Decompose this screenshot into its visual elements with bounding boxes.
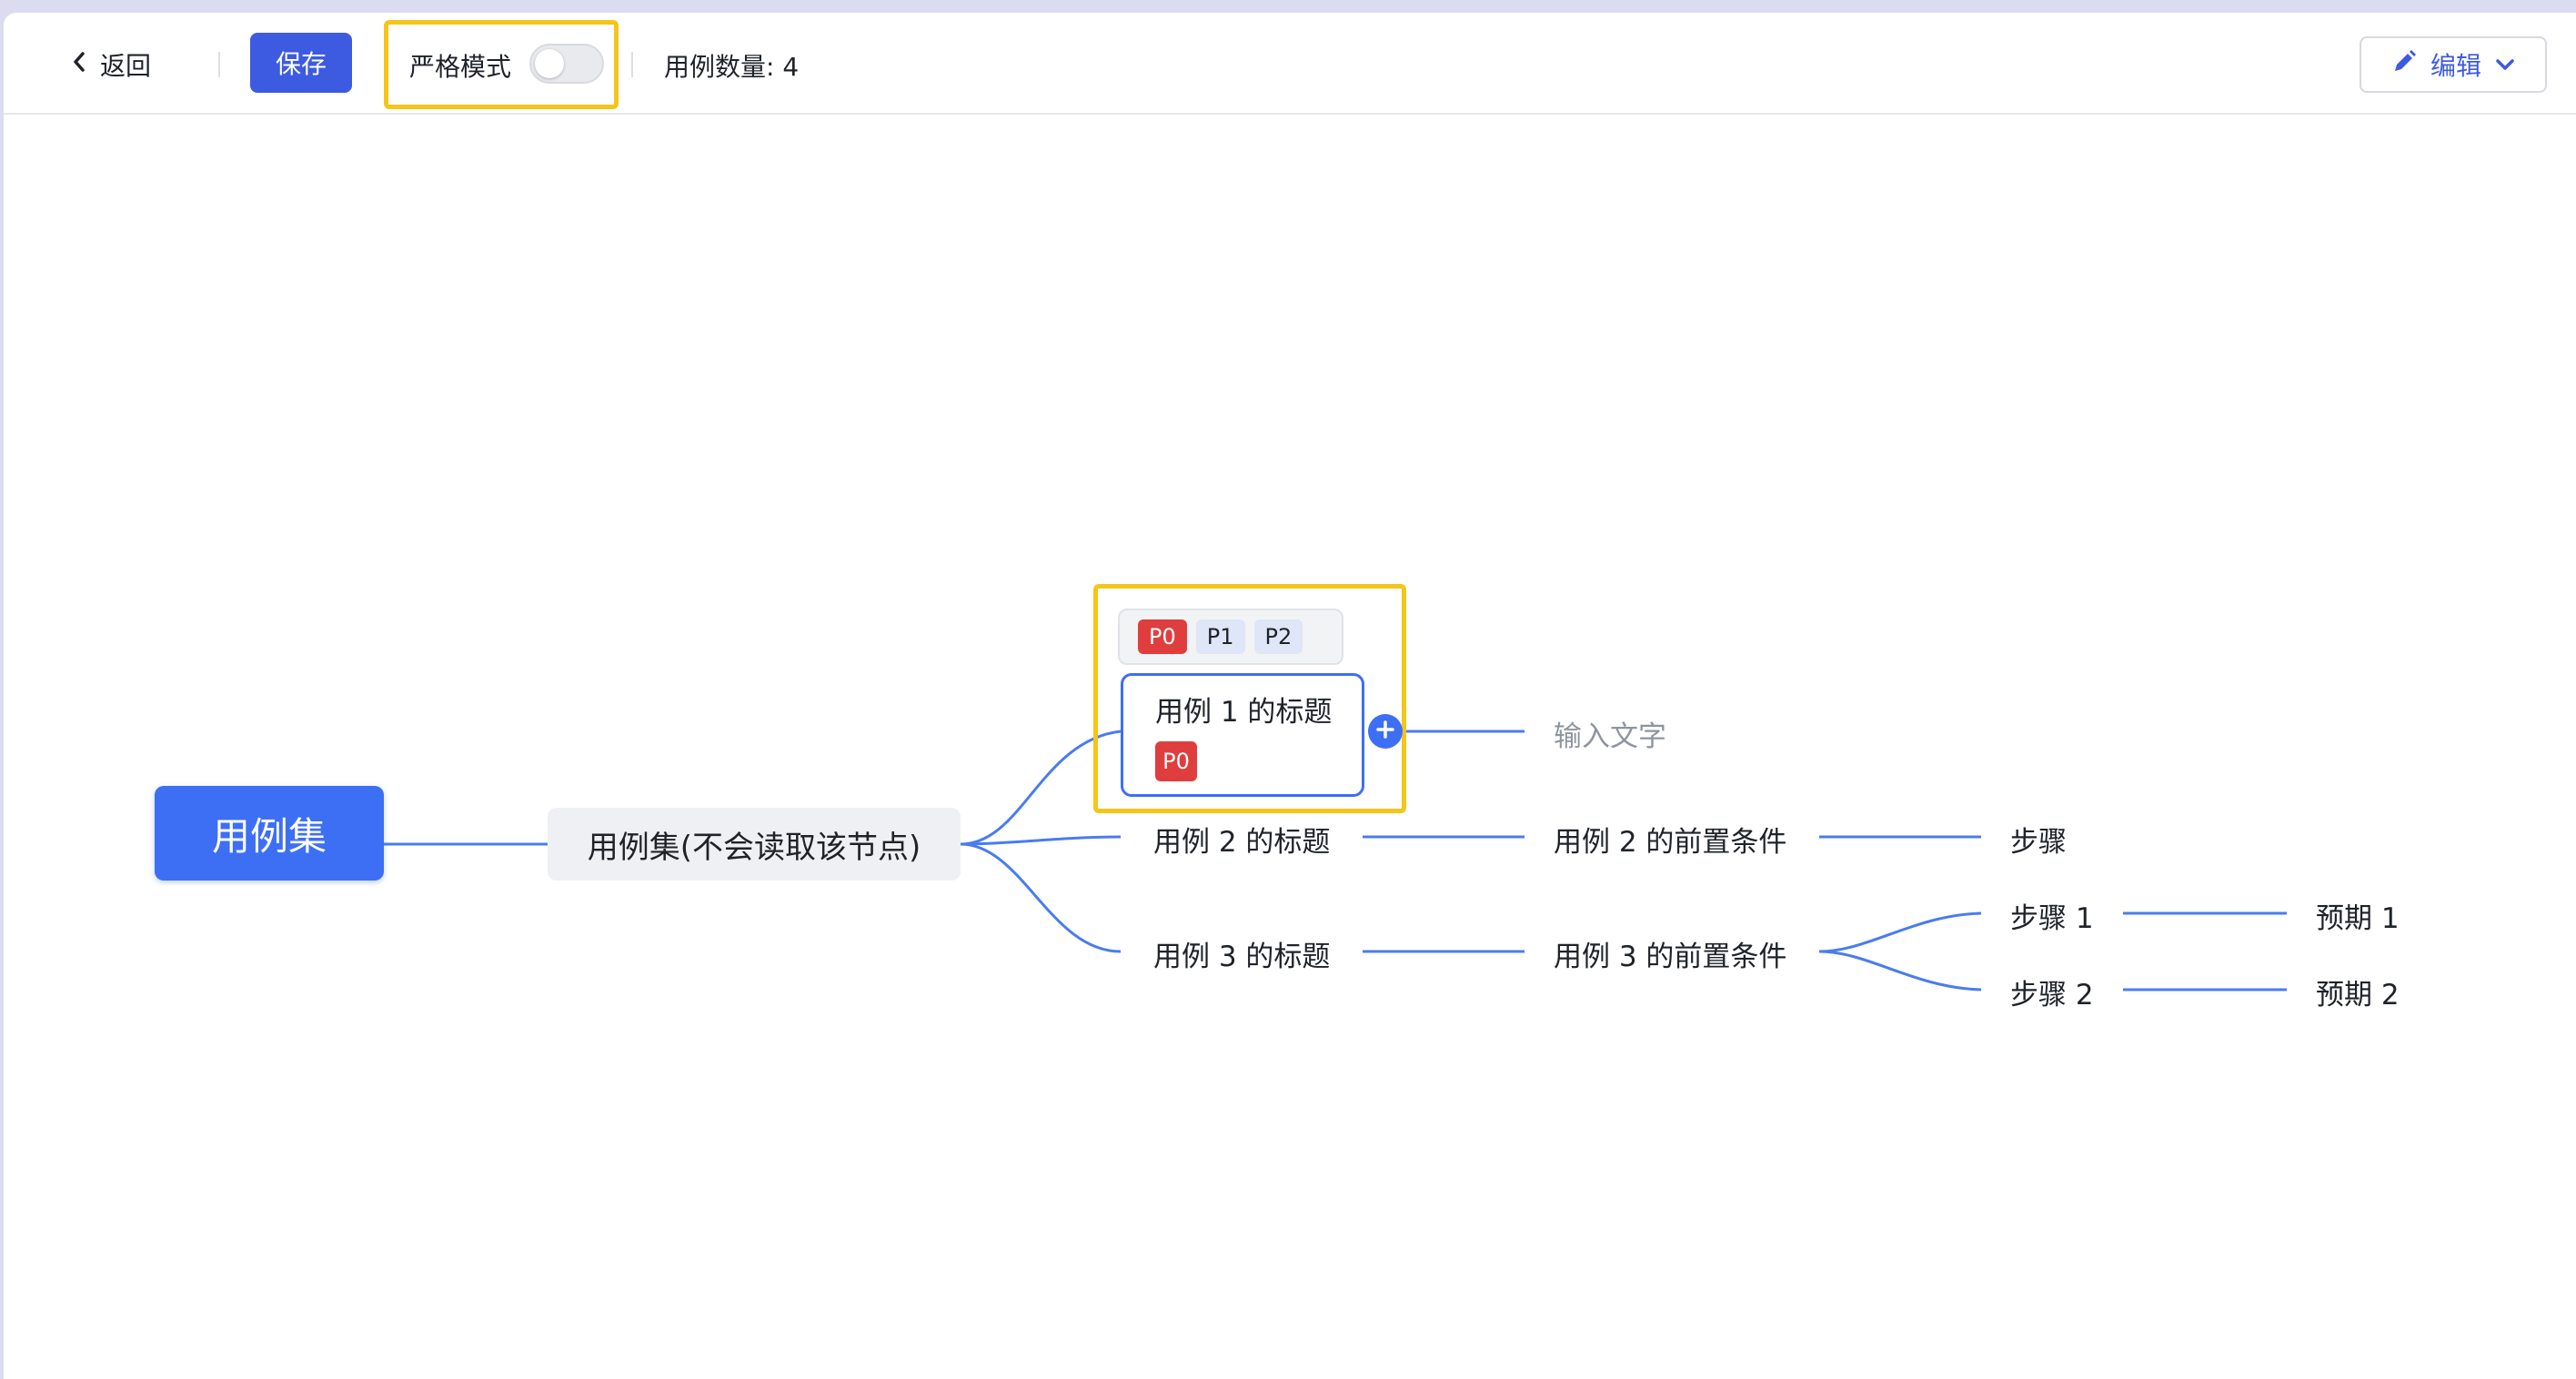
case2-step-node[interactable]: 步骤 xyxy=(2010,819,2067,860)
back-button[interactable]: 返回 xyxy=(69,42,151,87)
strict-mode-label: 严格模式 xyxy=(409,52,512,82)
save-button[interactable]: 保存 xyxy=(250,33,352,93)
priority-badge: P0 xyxy=(1155,741,1197,781)
plus-icon xyxy=(1374,715,1396,748)
toolbar: 返回 保存 严格模式 用例数量: 4 编辑 xyxy=(4,13,2576,115)
edge-case3pre-to-step2 xyxy=(1818,950,1982,991)
case3-expected1-node[interactable]: 预期 1 xyxy=(2316,895,2400,936)
toggle-knob xyxy=(535,49,564,78)
case3-expected2-node[interactable]: 预期 2 xyxy=(2316,971,2400,1012)
pencil-icon xyxy=(2390,48,2418,82)
toolbar-divider xyxy=(218,52,220,77)
toolbar-divider xyxy=(631,52,633,77)
case-count: 用例数量: 4 xyxy=(664,52,800,82)
root-node[interactable]: 用例集 xyxy=(155,786,384,881)
case2-precondition-node[interactable]: 用例 2 的前置条件 xyxy=(1554,819,1786,860)
priority-p0-option[interactable]: P0 xyxy=(1138,619,1187,654)
strict-mode-toggle[interactable] xyxy=(529,44,604,84)
case1-new-child-input[interactable]: 输入文字 xyxy=(1554,713,1666,754)
case1-title: 用例 1 的标题 xyxy=(1155,696,1333,729)
case-set-node[interactable]: 用例集(不会读取该节点) xyxy=(548,808,961,881)
priority-toolbar: P0 P1 P2 xyxy=(1118,609,1343,665)
edge-case3pre-to-step1 xyxy=(1818,911,1982,953)
chevron-down-icon xyxy=(2494,50,2516,80)
case1-node[interactable]: 用例 1 的标题 P0 xyxy=(1121,673,1364,797)
priority-p2-option[interactable]: P2 xyxy=(1253,619,1303,654)
mindmap-canvas[interactable]: 用例集 用例集(不会读取该节点) P0 P1 P2 用例 1 的标题 P0 输入… xyxy=(4,115,2576,1379)
case3-step2-node[interactable]: 步骤 2 xyxy=(2010,971,2094,1012)
chevron-left-icon xyxy=(69,49,89,81)
case3-precondition-node[interactable]: 用例 3 的前置条件 xyxy=(1554,933,1786,974)
edit-label: 编辑 xyxy=(2430,51,2481,81)
priority-p1-option[interactable]: P1 xyxy=(1195,619,1245,654)
case3-step1-node[interactable]: 步骤 1 xyxy=(2010,895,2094,936)
case3-node[interactable]: 用例 3 的标题 xyxy=(1153,933,1330,974)
edit-dropdown-button[interactable]: 编辑 xyxy=(2360,36,2547,93)
case2-node[interactable]: 用例 2 的标题 xyxy=(1153,819,1330,860)
edge-set-to-case3 xyxy=(960,842,1122,953)
add-child-button[interactable] xyxy=(1368,714,1403,749)
back-label: 返回 xyxy=(100,51,152,81)
app-window: 返回 保存 严格模式 用例数量: 4 编辑 用例集 用例集(不会读取该节点) P… xyxy=(4,13,2576,1379)
